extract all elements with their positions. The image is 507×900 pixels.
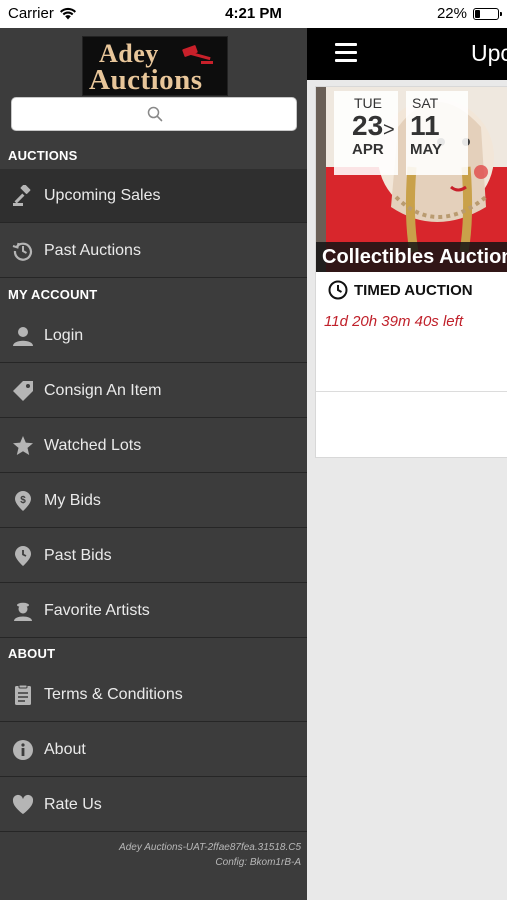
history-icon [11,239,35,263]
search-icon [147,106,163,122]
clock-icon [328,280,348,300]
battery-icon [473,7,502,20]
menu-label: About [44,740,86,758]
auction-title: Collectibles Auction [316,242,507,272]
svg-text:$: $ [20,495,26,506]
user-icon [11,324,35,348]
auction-card[interactable]: TUE 23 APR > SAT 11 MAY Collectibles Auc… [315,86,507,458]
auction-type: TIMED AUCTION [328,280,473,300]
end-month: MAY [410,141,442,158]
menu-label: Favorite Artists [44,601,150,619]
logo-text-line2: Auctions [89,64,203,96]
menu-item-favorite-artists[interactable]: Favorite Artists [0,584,307,638]
menu-item-login[interactable]: Login [0,309,307,363]
info-icon [11,738,35,762]
sidebar-menu: Adey Auctions AUCTIONS Upcoming Sales Pa… [0,28,307,900]
menu-item-past-auctions[interactable]: Past Auctions [0,224,307,278]
heart-icon [11,793,35,817]
auction-type-label: TIMED AUCTION [354,281,473,299]
menu-label: My Bids [44,491,101,509]
status-bar: Carrier 4:21 PM 22% [0,0,507,28]
status-right: 22% [436,5,502,22]
gavel-icon [11,184,35,208]
menu-label: Consign An Item [44,381,162,399]
version-string: Adey Auctions-UAT-2ffae87fea.31518.C5 [119,842,301,853]
menu-item-past-bids[interactable]: Past Bids [0,529,307,583]
menu-label: Past Bids [44,546,112,564]
menu-label: Rate Us [44,795,102,813]
section-header-about: ABOUT [8,646,56,661]
date-range-arrow: > [383,119,395,141]
start-month: APR [352,141,384,158]
menu-label: Terms & Conditions [44,685,183,703]
menu-label: Upcoming Sales [44,186,161,204]
start-dow: TUE [354,95,382,111]
end-day: 11 [410,110,440,141]
menu-item-terms-conditions[interactable]: Terms & Conditions [0,668,307,722]
menu-label: Login [44,326,84,344]
menu-item-watched-lots[interactable]: Watched Lots [0,419,307,473]
menu-item-consign-an-item[interactable]: Consign An Item [0,364,307,418]
end-date-box: SAT 11 MAY [406,91,468,175]
menu-label: Past Auctions [44,241,141,259]
version-info: Adey Auctions-UAT-2ffae87fea.31518.C5 Co… [119,840,301,870]
past-bid-icon [11,544,35,568]
top-navigation-bar: Upcoming Sales [307,28,507,80]
battery-fill [475,9,480,18]
menu-item-upcoming-sales[interactable]: Upcoming Sales [0,169,307,223]
main-panel: Upcoming Sales TUE 23 APR [307,28,507,900]
menu-item-about[interactable]: About [0,723,307,777]
menu-label: Watched Lots [44,436,142,454]
time-remaining: 11d 20h 39m 40s left [324,313,463,330]
section-header-my-account: MY ACCOUNT [8,287,98,302]
auction-image: TUE 23 APR > SAT 11 MAY Collectibles Auc… [316,87,507,272]
document-icon [11,683,35,707]
adey-auctions-logo[interactable]: Adey Auctions [82,36,228,96]
logo-gavel-icon [182,45,213,64]
search-field[interactable] [11,97,297,131]
section-header-auctions: AUCTIONS [8,148,78,163]
artist-icon [11,599,35,623]
menu-item-rate-us[interactable]: Rate Us [0,778,307,832]
menu-item-my-bids[interactable]: $ My Bids [0,474,307,528]
config-string: Config: Bkom1rB-A [215,857,301,868]
battery-percent: 22% [436,5,467,22]
status-time: 4:21 PM [225,5,282,22]
hamburger-menu-icon[interactable] [335,43,357,63]
tag-icon [11,379,35,403]
card-divider [316,391,507,392]
star-icon [11,434,35,458]
bid-dollar-icon: $ [11,489,35,513]
page-title: Upcoming Sales [471,40,507,66]
end-dow: SAT [412,95,439,111]
